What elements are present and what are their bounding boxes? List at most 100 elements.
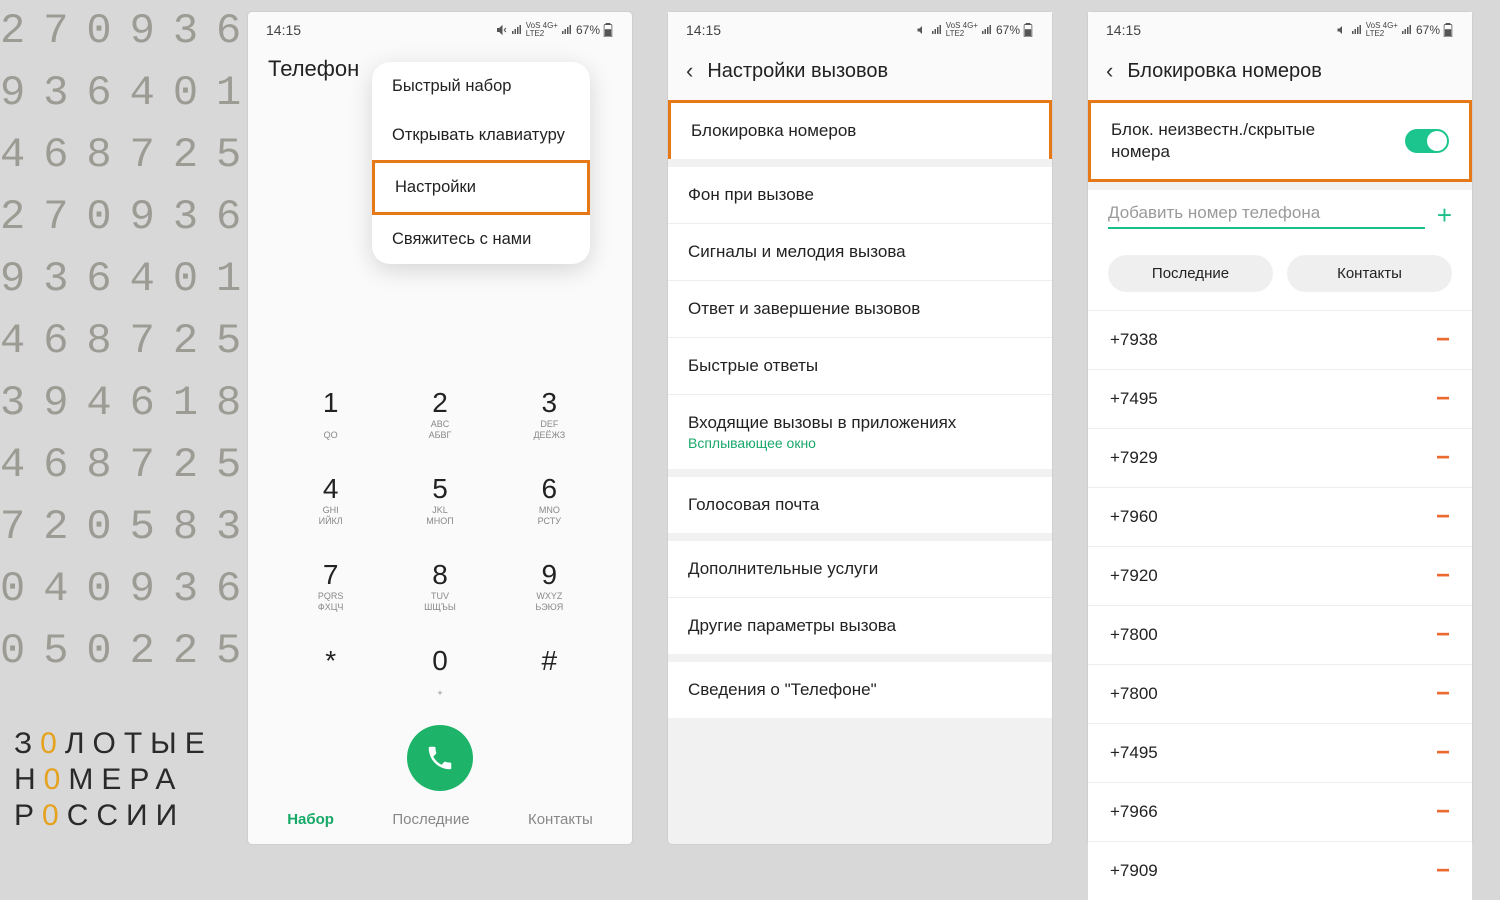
blocked-row: +7938 − bbox=[1088, 310, 1472, 369]
settings-item[interactable]: Входящие вызовы в приложенияхВсплывающее… bbox=[668, 395, 1052, 469]
settings-item[interactable]: Быстрые ответы bbox=[668, 338, 1052, 395]
battery-icon bbox=[1442, 23, 1454, 37]
add-number-row: Добавить номер телефона + bbox=[1088, 190, 1472, 243]
page-header: ‹ Настройки вызовов bbox=[668, 42, 1052, 100]
settings-item[interactable]: Сведения о "Телефоне" bbox=[668, 662, 1052, 718]
source-chips: Последние Контакты bbox=[1088, 243, 1472, 310]
settings-item-subtitle: Всплывающее окно bbox=[688, 435, 1032, 451]
remove-icon[interactable]: − bbox=[1436, 739, 1450, 767]
dial-key[interactable]: 5JKLМНОП bbox=[385, 457, 494, 543]
status-bar: 14:15 VoS 4G+LTE2 67% bbox=[1088, 12, 1472, 42]
status-bar: 14:15 VoS 4G+LTE2 67% bbox=[248, 12, 632, 42]
settings-item[interactable]: Ответ и завершение вызовов bbox=[668, 281, 1052, 338]
settings-item[interactable]: Сигналы и мелодия вызова bbox=[668, 224, 1052, 281]
blocked-number: +7800 bbox=[1110, 684, 1158, 704]
battery-icon bbox=[1022, 23, 1034, 37]
phone-screen-2: 14:15 VoS 4G+LTE2 67% ‹ Настройки вызово… bbox=[668, 12, 1052, 844]
dial-key[interactable]: 9WXYZЬЭЮЯ bbox=[495, 543, 604, 629]
dial-key[interactable]: 7PQRSФХЦЧ bbox=[276, 543, 385, 629]
signal-icon-2 bbox=[1400, 24, 1414, 36]
mute-icon bbox=[1336, 24, 1348, 36]
blocked-row: +7495− bbox=[1088, 369, 1472, 428]
blocked-number: +7909 bbox=[1110, 861, 1158, 881]
chip-recent[interactable]: Последние bbox=[1108, 255, 1273, 292]
remove-icon[interactable]: − bbox=[1436, 444, 1450, 472]
blocked-number: +7800 bbox=[1110, 625, 1158, 645]
signal-icon-2 bbox=[980, 24, 994, 36]
blocked-row: +7920− bbox=[1088, 546, 1472, 605]
battery-percent: 67% bbox=[1416, 23, 1440, 37]
dial-key[interactable]: 2ABCАБВГ bbox=[385, 371, 494, 457]
phone-screen-3: 14:15 VoS 4G+LTE2 67% ‹ Блокировка номер… bbox=[1088, 12, 1472, 844]
phone-screen-1: 14:15 VoS 4G+LTE2 67% Телефон Быстрый на… bbox=[248, 12, 632, 844]
dial-key[interactable]: # bbox=[495, 629, 604, 715]
settings-item[interactable]: Фон при вызове bbox=[668, 167, 1052, 224]
add-number-input[interactable]: Добавить номер телефона bbox=[1108, 203, 1425, 229]
blocked-number: +7929 bbox=[1110, 448, 1158, 468]
back-icon[interactable]: ‹ bbox=[686, 58, 693, 84]
status-bar: 14:15 VoS 4G+LTE2 67% bbox=[668, 12, 1052, 42]
dial-key[interactable]: 0 + bbox=[385, 629, 494, 715]
page-title: Блокировка номеров bbox=[1127, 60, 1322, 83]
phone-icon bbox=[425, 743, 455, 773]
remove-icon[interactable]: − bbox=[1436, 503, 1450, 531]
dial-key[interactable]: 4GHIИЙКЛ bbox=[276, 457, 385, 543]
signal-icon-2 bbox=[560, 24, 574, 36]
overflow-menu: Быстрый наборОткрывать клавиатуруНастрой… bbox=[372, 62, 590, 264]
remove-icon[interactable]: − bbox=[1436, 385, 1450, 413]
signal-icon bbox=[1350, 24, 1364, 36]
status-time: 14:15 bbox=[1106, 22, 1141, 38]
brand-logo: З0ЛОТЫЕ Н0МЕРА Р0ССИИ bbox=[14, 726, 213, 834]
settings-list: Блокировка номеров Фон при вызовеСигналы … bbox=[668, 100, 1052, 718]
dial-key[interactable]: 1 QO bbox=[276, 371, 385, 457]
status-time: 14:15 bbox=[686, 22, 721, 38]
settings-item[interactable]: Голосовая почта bbox=[668, 477, 1052, 533]
dial-key[interactable]: 6MNOРСТУ bbox=[495, 457, 604, 543]
blocked-list: +7938−+7495−+7929−+7960−+7920−+7800−+780… bbox=[1088, 310, 1472, 900]
remove-icon[interactable]: − bbox=[1436, 621, 1450, 649]
blocked-row: +7909 − bbox=[1088, 841, 1472, 900]
blocked-number: +7495 bbox=[1110, 743, 1158, 763]
remove-icon[interactable]: − bbox=[1436, 857, 1450, 885]
chip-contacts[interactable]: Контакты bbox=[1287, 255, 1452, 292]
dial-key[interactable]: * bbox=[276, 629, 385, 715]
toggle-switch[interactable] bbox=[1405, 129, 1449, 153]
back-icon[interactable]: ‹ bbox=[1106, 58, 1113, 84]
settings-item[interactable]: Дополнительные услуги bbox=[668, 541, 1052, 598]
tab-recent[interactable]: Последние bbox=[392, 811, 469, 828]
menu-item[interactable]: Быстрый набор bbox=[372, 62, 590, 111]
blocked-row: +7800 − bbox=[1088, 605, 1472, 664]
remove-icon[interactable]: − bbox=[1436, 680, 1450, 708]
blocked-row: +7960 − bbox=[1088, 487, 1472, 546]
blocked-row: +7800 − bbox=[1088, 664, 1472, 723]
mute-icon bbox=[916, 24, 928, 36]
settings-item[interactable]: Другие параметры вызова bbox=[668, 598, 1052, 654]
blocked-number: +7960 bbox=[1110, 507, 1158, 527]
tab-dial[interactable]: Набор bbox=[287, 811, 334, 828]
tab-contacts[interactable]: Контакты bbox=[528, 811, 593, 828]
battery-icon bbox=[602, 23, 614, 37]
blocked-number: +7938 bbox=[1110, 330, 1158, 350]
status-right: VoS 4G+LTE2 67% bbox=[496, 22, 614, 38]
remove-icon[interactable]: − bbox=[1436, 326, 1450, 354]
page-title: Настройки вызовов bbox=[707, 60, 888, 83]
remove-icon[interactable]: − bbox=[1436, 562, 1450, 590]
battery-percent: 67% bbox=[576, 23, 600, 37]
blocked-row: +7495 − bbox=[1088, 723, 1472, 782]
status-time: 14:15 bbox=[266, 22, 301, 38]
settings-item[interactable]: Блокировка номеров bbox=[668, 100, 1052, 159]
menu-item[interactable]: Свяжитесь с нами bbox=[372, 215, 590, 264]
battery-percent: 67% bbox=[996, 23, 1020, 37]
block-unknown-row[interactable]: Блок. неизвестн./скрытые номера bbox=[1088, 100, 1472, 182]
dial-key[interactable]: 3DEFДЕЁЖЗ bbox=[495, 371, 604, 457]
bottom-tabs: Набор Последние Контакты bbox=[248, 791, 632, 844]
menu-item[interactable]: Настройки bbox=[372, 160, 590, 215]
call-button[interactable] bbox=[407, 725, 473, 791]
blocked-row: +7929 − bbox=[1088, 428, 1472, 487]
dial-key[interactable]: 8TUVШЩЪЫ bbox=[385, 543, 494, 629]
signal-icon bbox=[930, 24, 944, 36]
remove-icon[interactable]: − bbox=[1436, 798, 1450, 826]
add-icon[interactable]: + bbox=[1437, 200, 1452, 231]
signal-icon bbox=[510, 24, 524, 36]
menu-item[interactable]: Открывать клавиатуру bbox=[372, 111, 590, 160]
